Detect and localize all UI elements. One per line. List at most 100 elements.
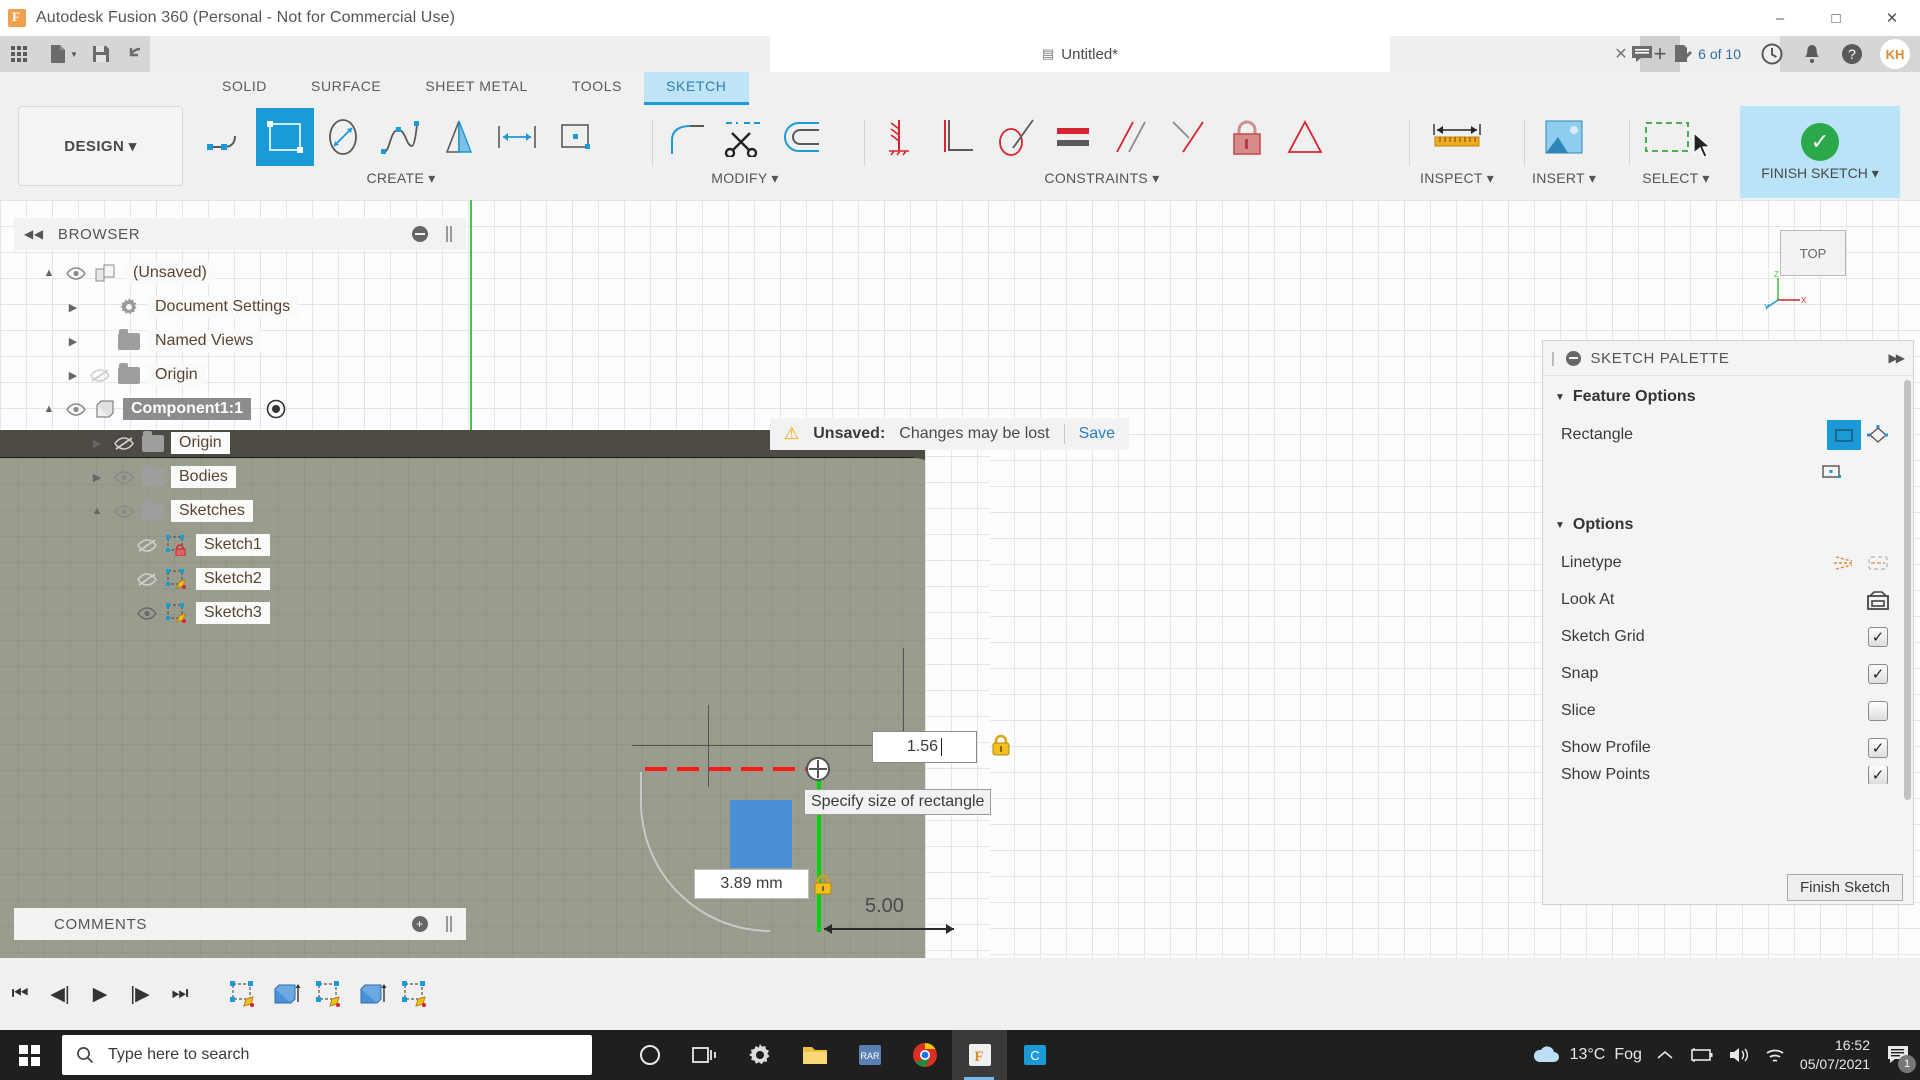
- timeline-feature-extrude-1[interactable]: [269, 977, 303, 1011]
- tab-sketch[interactable]: SKETCH: [644, 72, 749, 105]
- select-tool-icon[interactable]: [1638, 108, 1696, 166]
- offset-tool-icon[interactable]: [774, 108, 832, 166]
- constraint-lock-icon[interactable]: [814, 874, 832, 896]
- show-profile-checkbox[interactable]: ✓: [1868, 737, 1888, 758]
- tab-solid[interactable]: SOLID: [200, 72, 289, 102]
- new-document-caret-icon[interactable]: ▼: [70, 50, 78, 59]
- tree-item-sketches[interactable]: ▲ Sketches: [14, 494, 466, 528]
- comments-panel-header[interactable]: COMMENTS +: [14, 908, 466, 940]
- weather-widget[interactable]: 13°C Fog: [1531, 1045, 1642, 1065]
- sketch-profile-fill[interactable]: [730, 800, 792, 868]
- chrome-icon[interactable]: [897, 1030, 952, 1080]
- wifi-icon[interactable]: [1764, 1046, 1786, 1064]
- palette-scrollbar[interactable]: [1904, 380, 1911, 800]
- battery-icon[interactable]: [1688, 1047, 1714, 1063]
- twist-icon[interactable]: ▶: [64, 298, 82, 316]
- show-points-checkbox[interactable]: ✓: [1868, 766, 1888, 784]
- tree-item-sketch2[interactable]: Sketch2: [14, 562, 466, 596]
- ribbon-group-create-label[interactable]: CREATE ▾: [366, 170, 435, 187]
- point-tool-icon[interactable]: [546, 108, 604, 166]
- section-feature-options[interactable]: ▼ Feature Options: [1543, 376, 1913, 416]
- coincident-constraint-icon[interactable]: [1160, 108, 1218, 166]
- timeline-feature-sketch-2[interactable]: [312, 977, 346, 1011]
- document-tab[interactable]: ▤ Untitled*: [770, 36, 1390, 72]
- tree-item-unsaved[interactable]: ▲ (Unsaved): [14, 256, 466, 290]
- ribbon-group-constraints-label[interactable]: CONSTRAINTS ▾: [1044, 170, 1159, 187]
- equal-constraint-icon[interactable]: [1044, 108, 1102, 166]
- fix-constraint-icon[interactable]: [870, 108, 928, 166]
- circle-tool-icon[interactable]: [314, 108, 372, 166]
- settings-icon[interactable]: [732, 1030, 787, 1080]
- tree-item-component1[interactable]: ▲ Component1:1: [14, 392, 466, 426]
- ribbon-group-insert-label[interactable]: INSERT ▾: [1532, 170, 1596, 187]
- timeline-feature-sketch-3[interactable]: [398, 977, 432, 1011]
- ribbon-group-modify-label[interactable]: MODIFY ▾: [711, 170, 779, 187]
- save-icon[interactable]: [82, 36, 120, 72]
- finish-sketch-palette-button[interactable]: Finish Sketch: [1786, 873, 1903, 901]
- insert-image-icon[interactable]: [1535, 108, 1593, 166]
- tab-surface[interactable]: SURFACE: [289, 72, 403, 102]
- workspace-selector[interactable]: DESIGN ▾: [18, 106, 183, 186]
- browser-minimize-icon[interactable]: [412, 226, 428, 242]
- taskbar-clock[interactable]: 16:52 05/07/2021: [1800, 1036, 1870, 1074]
- tree-item-origin-child[interactable]: ▶ Origin: [14, 426, 466, 460]
- activate-component-icon[interactable]: [266, 399, 286, 419]
- mirror-tool-icon[interactable]: [430, 108, 488, 166]
- visibility-eye-icon[interactable]: [65, 400, 87, 418]
- dimension-lock-icon[interactable]: [991, 733, 1011, 757]
- avatar[interactable]: KH: [1880, 39, 1910, 69]
- timeline-prev-button[interactable]: ◀|: [40, 970, 80, 1018]
- construction-line-icon[interactable]: [1827, 548, 1861, 578]
- maximize-button[interactable]: □: [1808, 0, 1864, 36]
- comments-icon[interactable]: [1622, 36, 1662, 72]
- dimension-input[interactable]: 1.56: [872, 731, 977, 763]
- fillet-tool-icon[interactable]: [658, 108, 716, 166]
- action-center-icon[interactable]: 1: [1884, 1041, 1916, 1073]
- two-point-rectangle-icon[interactable]: [1827, 419, 1861, 450]
- tree-item-named-views[interactable]: ▶ Named Views: [14, 324, 466, 358]
- jobs-status[interactable]: 6 of 10: [1664, 36, 1750, 72]
- tab-tools[interactable]: TOOLS: [550, 72, 644, 102]
- cortana-icon[interactable]: [622, 1030, 677, 1080]
- twist-icon[interactable]: ▶: [88, 434, 106, 452]
- timeline-last-button[interactable]: ⏭: [160, 970, 200, 1018]
- view-cube[interactable]: TOP Z X Y: [1750, 210, 1880, 320]
- twist-icon[interactable]: ▶: [64, 332, 82, 350]
- slice-checkbox[interactable]: [1868, 700, 1888, 721]
- tab-sheet-metal[interactable]: SHEET METAL: [403, 72, 550, 102]
- add-comment-icon[interactable]: +: [412, 916, 428, 932]
- timeline-next-button[interactable]: |▶: [120, 970, 160, 1018]
- recent-icon[interactable]: [1752, 36, 1792, 72]
- palette-expand-icon[interactable]: ▶▶: [1889, 351, 1906, 365]
- taskbar-search[interactable]: Type here to search: [62, 1035, 592, 1075]
- visibility-eye-off-icon[interactable]: [136, 570, 158, 588]
- ribbon-group-select-label[interactable]: SELECT ▾: [1642, 170, 1710, 187]
- timeline-play-button[interactable]: ▶: [80, 970, 120, 1018]
- parallel-constraint-icon[interactable]: [1102, 108, 1160, 166]
- measure-tool-icon[interactable]: [1428, 108, 1486, 166]
- visibility-eye-off-icon[interactable]: [136, 536, 158, 554]
- visibility-eye-off-icon[interactable]: [113, 434, 135, 452]
- save-link[interactable]: Save: [1079, 425, 1115, 443]
- browser-gripper[interactable]: [446, 226, 448, 242]
- section-options[interactable]: ▼ Options: [1543, 504, 1913, 544]
- trim-tool-icon[interactable]: [716, 108, 774, 166]
- perpendicular-constraint-icon[interactable]: [928, 108, 986, 166]
- tangent-constraint-icon[interactable]: [986, 108, 1044, 166]
- sketch-grid-checkbox[interactable]: ✓: [1868, 626, 1888, 647]
- file-explorer-icon[interactable]: [787, 1030, 842, 1080]
- timeline-feature-extrude-2[interactable]: [355, 977, 389, 1011]
- app-c-icon[interactable]: C: [1007, 1030, 1062, 1080]
- minimize-button[interactable]: –: [1752, 0, 1808, 36]
- tree-item-bodies[interactable]: ▶ Bodies: [14, 460, 466, 494]
- tree-item-origin-root[interactable]: ▶ Origin: [14, 358, 466, 392]
- tree-item-document-settings[interactable]: ▶ Document Settings: [14, 290, 466, 324]
- tray-expand-icon[interactable]: [1656, 1049, 1674, 1061]
- line-tool-icon[interactable]: [198, 108, 256, 166]
- ribbon-group-inspect-label[interactable]: INSPECT ▾: [1420, 170, 1494, 187]
- visibility-eye-icon[interactable]: [65, 264, 87, 282]
- twist-icon[interactable]: ▶: [88, 468, 106, 486]
- twist-icon[interactable]: ▲: [40, 400, 58, 418]
- visibility-eye-icon[interactable]: [113, 502, 135, 520]
- help-icon[interactable]: ?: [1832, 36, 1872, 72]
